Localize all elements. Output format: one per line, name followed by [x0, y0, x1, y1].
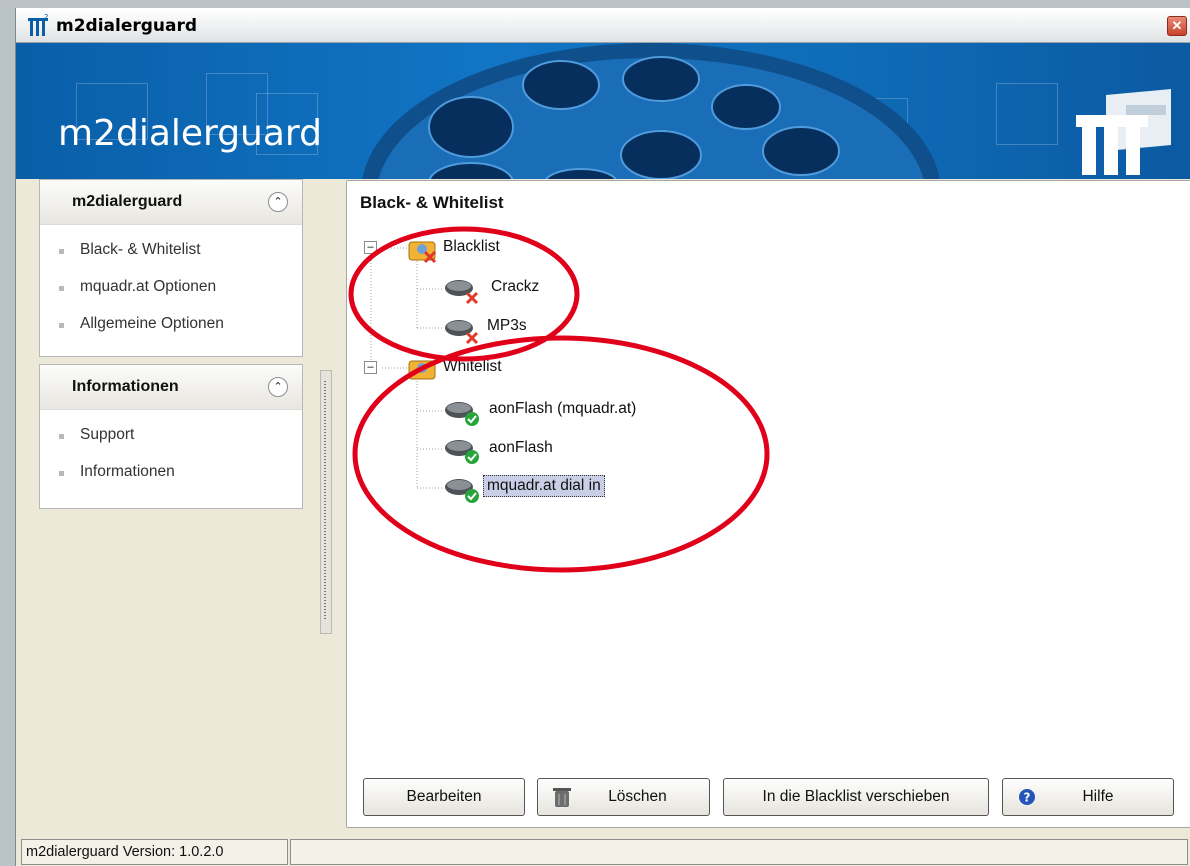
header-banner: m2dialerguard	[16, 43, 1190, 179]
bullet-icon	[59, 323, 64, 328]
sidebar-item-support[interactable]: Support	[40, 418, 302, 455]
delete-button[interactable]: Löschen	[537, 778, 710, 816]
help-button-label: Hilfe	[1082, 788, 1114, 805]
bullet-icon	[59, 434, 64, 439]
close-button[interactable]: ✕	[1167, 16, 1187, 36]
window-title: m2dialerguard	[56, 16, 198, 36]
collapse-chevron-icon[interactable]: ⌃	[268, 192, 288, 212]
panel-splitter-handle[interactable]	[320, 370, 332, 634]
sidebar-item-label: Support	[80, 426, 135, 443]
status-bar: m2dialerguard Version: 1.0.2.0	[16, 837, 1190, 866]
bullet-icon	[59, 249, 64, 254]
title-bar: 2 m2dialerguard ✕	[16, 8, 1190, 43]
annotation-overlay	[348, 226, 770, 573]
sidebar-item-black-whitelist[interactable]: Black- & Whitelist	[40, 233, 302, 270]
sidebar-panel-m2dialerguard: m2dialerguard ⌃ Black- & Whitelist mquad…	[39, 179, 303, 357]
svg-text:2: 2	[44, 14, 48, 21]
sidebar-item-label: Black- & Whitelist	[80, 241, 201, 258]
delete-button-label: Löschen	[608, 788, 667, 805]
sidebar-panel-informationen: Informationen ⌃ Support Informationen	[39, 364, 303, 509]
bullet-icon	[59, 471, 64, 476]
sidebar-item-general-options[interactable]: Allgemeine Optionen	[40, 307, 302, 344]
bullet-icon	[59, 286, 64, 291]
banner-title: m2dialerguard	[58, 113, 322, 154]
move-to-blacklist-button[interactable]: In die Blacklist verschieben	[723, 778, 989, 816]
version-text: m2dialerguard Version: 1.0.2.0	[26, 844, 224, 860]
panel-title: Informationen	[72, 378, 179, 395]
panel-title: m2dialerguard	[72, 193, 183, 210]
edit-button-label: Bearbeiten	[406, 788, 482, 805]
app-logo-icon: 2	[28, 14, 48, 36]
app-window: 2 m2dialerguard ✕ m2dialerguard m2dialer…	[15, 8, 1190, 866]
brand-logo-icon	[1076, 89, 1171, 175]
move-button-label: In die Blacklist verschieben	[762, 788, 950, 805]
sidebar-item-mquadr-options[interactable]: mquadr.at Optionen	[40, 270, 302, 307]
panel-header[interactable]: Informationen ⌃	[40, 365, 302, 410]
sidebar-item-informationen[interactable]: Informationen	[40, 455, 302, 492]
rotary-dial-graphic	[362, 43, 940, 179]
version-panel: m2dialerguard Version: 1.0.2.0	[21, 839, 288, 865]
edit-button[interactable]: Bearbeiten	[363, 778, 525, 816]
close-icon: ✕	[1171, 18, 1183, 33]
help-button[interactable]: ? Hilfe	[1002, 778, 1174, 816]
panel-header[interactable]: m2dialerguard ⌃	[40, 180, 302, 225]
collapse-chevron-icon[interactable]: ⌃	[268, 377, 288, 397]
sidebar-item-label: Informationen	[80, 463, 175, 480]
main-panel: Black- & Whitelist – Blacklist Crackz MP…	[346, 180, 1190, 828]
sidebar-item-label: mquadr.at Optionen	[80, 278, 217, 295]
sidebar-item-label: Allgemeine Optionen	[80, 315, 224, 332]
status-panel-empty	[290, 839, 1188, 865]
